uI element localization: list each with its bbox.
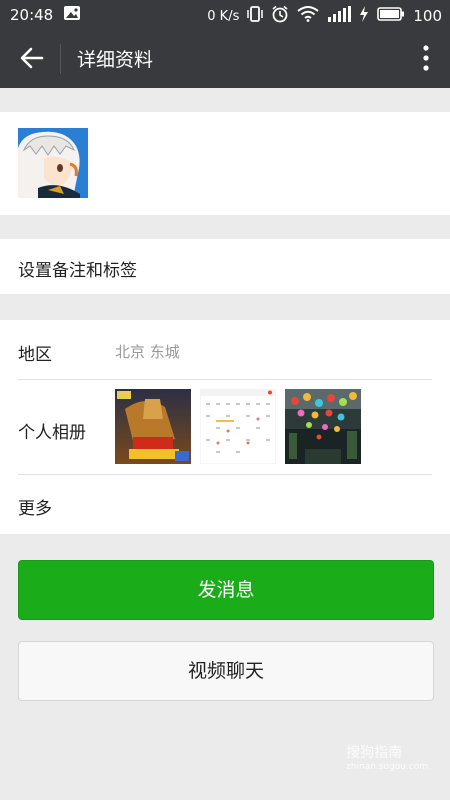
net-speed: 0 K/s [207,8,240,24]
watermark: 搜狗指南 zhinan.sogou.com [346,742,428,772]
divider [18,474,432,475]
alarm-icon [271,5,289,27]
page-title: 详细资料 [77,49,154,71]
more-vertical-icon[interactable] [422,44,430,72]
vibrate-icon [247,5,264,27]
wifi-icon [297,6,319,26]
remark-row[interactable]: 设置备注和标签 [0,239,450,294]
more-label: 更多 [18,499,52,519]
region-row: 地区 北京 东城 [18,340,432,365]
region-label: 地区 [18,345,52,365]
watermark-sub: zhinan.sogou.com [346,762,428,772]
album-label: 个人相册 [18,423,86,443]
charging-icon [359,6,369,26]
divider [18,379,432,380]
avatar[interactable] [18,128,88,198]
app-bar-divider [60,44,61,74]
status-bar: 20:48 0 K/s 100 [0,0,450,30]
album-photo-lanterns[interactable] [285,389,361,464]
battery-icon [377,6,405,26]
info-card: 地区 北京 东城 个人相册 更多 [0,320,450,534]
status-time: 20:48 [10,6,54,24]
watermark-text: 搜狗指南 [346,745,403,761]
signal-icon [327,6,352,26]
battery-level: 100 [413,7,442,25]
video-chat-button[interactable]: 视频聊天 [18,641,434,701]
remark-label: 设置备注和标签 [18,261,137,281]
send-message-button[interactable]: 发消息 [18,560,434,620]
region-value: 北京 东城 [115,343,180,361]
app-bar: 详细资料 [0,30,450,88]
album-photo-calendar[interactable] [199,388,277,465]
profile-card [0,112,450,215]
image-notification-icon [63,5,81,25]
more-row[interactable]: 更多 [18,494,432,519]
album-photo-game[interactable] [115,389,191,464]
back-arrow-icon[interactable] [18,44,46,72]
